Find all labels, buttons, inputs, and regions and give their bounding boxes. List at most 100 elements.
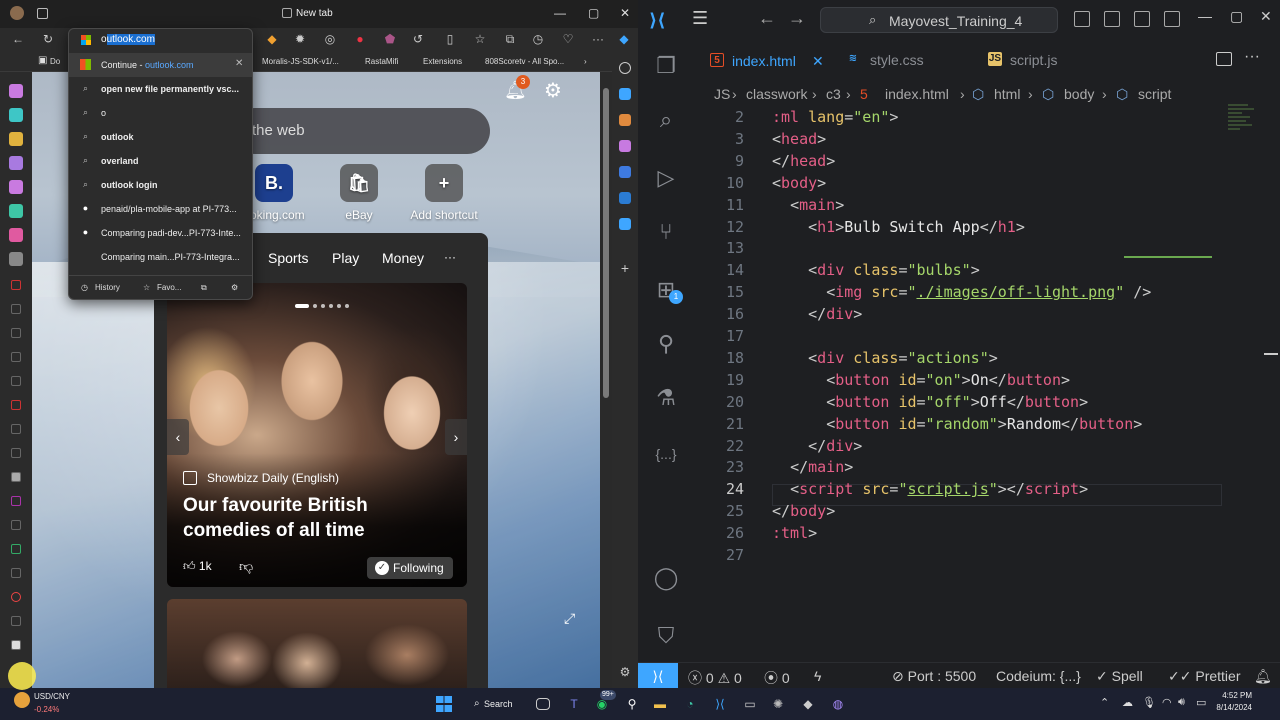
code-line[interactable]: <button id="on">On</button> [772, 371, 1070, 389]
suggestion-item[interactable]: ⌕ outlook [69, 125, 252, 149]
tab-icon[interactable] [11, 544, 21, 554]
widgets-icon[interactable] [14, 692, 30, 708]
notifications-bell-icon[interactable]: 🔔︎ [1254, 668, 1272, 685]
suggestion-item[interactable]: ⌕ o [69, 101, 252, 125]
tray-overflow-icon[interactable]: ⌃ [1100, 696, 1109, 709]
toggle-panel-icon[interactable] [1104, 11, 1120, 27]
tab-icon[interactable] [11, 376, 21, 386]
tab-icon[interactable] [11, 304, 21, 314]
extension-shield-icon[interactable]: ⬟ [382, 32, 398, 46]
stock-name[interactable]: USD/CNY [34, 692, 70, 701]
volume-icon[interactable]: 🔊︎ [1178, 696, 1185, 709]
ports-indicator[interactable]: ⦿ 0 [764, 668, 790, 688]
close-icon[interactable]: ✕ [235, 58, 243, 69]
scrollbar-thumb[interactable] [603, 88, 609, 398]
command-center[interactable]: ⌕ Mayovest_Training_4 [820, 7, 1058, 33]
tab-icon[interactable] [9, 108, 23, 122]
refresh-icon[interactable]: ↻ [40, 32, 56, 46]
json-icon[interactable]: {...} [652, 440, 680, 468]
code-line[interactable]: <script src="script.js"></script> [772, 480, 1088, 498]
chatgpt-icon[interactable]: ✺ [768, 694, 788, 714]
tab-icon[interactable] [11, 568, 21, 578]
publisher-name[interactable]: Showbizz Daily (English) [207, 471, 339, 485]
breadcrumb-item[interactable]: html [994, 86, 1020, 102]
outlook-icon[interactable] [619, 192, 631, 204]
carousel-prev-icon[interactable]: ‹ [167, 419, 189, 455]
extension-target-icon[interactable]: ◎ [322, 32, 338, 46]
close-tab-icon[interactable]: ✕ [812, 53, 824, 70]
teams-icon[interactable]: T [564, 694, 584, 714]
code-line[interactable]: </div> [772, 305, 862, 323]
following-button[interactable]: ✓ Following [367, 557, 453, 579]
code-line[interactable]: <main> [772, 196, 844, 214]
codeium-status[interactable]: Codeium: {...} [996, 668, 1081, 684]
code-line[interactable]: <head> [772, 130, 826, 148]
extension-fox-icon[interactable]: ◆ [264, 32, 280, 46]
feed-more-icon[interactable]: ··· [444, 250, 456, 264]
sidebar-app-icon[interactable] [619, 166, 631, 178]
web-search-box[interactable]: the web [232, 108, 490, 154]
split-screen-icon[interactable]: ▯ [442, 32, 458, 46]
suggestion-item[interactable]: ● Comparing padi-dev...PI-773-Inte... [69, 221, 252, 245]
tab-script-js[interactable]: JS script.js [984, 40, 1104, 80]
code-line[interactable]: <div class="actions"> [772, 349, 998, 367]
back-icon[interactable]: ← [758, 8, 776, 29]
profile-avatar[interactable] [10, 6, 24, 20]
carousel-next-icon[interactable]: › [445, 419, 467, 455]
code-line[interactable]: </div> [772, 437, 862, 455]
code-line[interactable]: <h1>Bulb Switch App</h1> [772, 218, 1025, 236]
breadcrumb-item[interactable]: body [1064, 86, 1094, 102]
tab-icon[interactable] [11, 496, 21, 506]
forward-icon[interactable]: → [788, 8, 806, 29]
favorite-item[interactable]: Moralis-JS-SDK-v1/... [262, 57, 339, 66]
feed-tab-sports[interactable]: Sports [268, 250, 308, 266]
like-button[interactable]: 👍︎ 1k [183, 559, 212, 574]
tab-icon[interactable] [11, 328, 21, 338]
history-icon[interactable]: ◷ [530, 32, 546, 46]
suggestion-item[interactable]: ⌕ outlook login [69, 173, 252, 197]
code-line[interactable]: :tml> [772, 524, 817, 542]
back-icon[interactable]: ← [10, 32, 26, 46]
tab-icon[interactable] [9, 228, 23, 242]
minimize-icon[interactable]: — [554, 6, 566, 20]
tab-icon[interactable] [11, 352, 21, 362]
search-icon[interactable] [619, 62, 631, 74]
breadcrumb-item[interactable]: c3 [826, 86, 841, 102]
tab-icon[interactable] [9, 132, 23, 146]
explorer-icon[interactable]: ❐ [652, 52, 680, 80]
tab-index-html[interactable]: 5 index.html ✕ [706, 40, 834, 80]
tab-icon[interactable] [9, 156, 23, 170]
sidebar-app-icon[interactable] [619, 140, 631, 152]
minimize-icon[interactable]: — [1198, 8, 1212, 24]
vscode-taskbar-icon[interactable]: ⟩⟨ [710, 694, 730, 714]
sidebar-toggle-icon[interactable]: ▣ [38, 55, 47, 66]
search-icon[interactable]: ⌕ [652, 106, 680, 134]
code-line[interactable]: <img src="./images/off-light.png" /> [772, 283, 1151, 301]
collections-icon[interactable]: ⧉ [502, 32, 518, 47]
clock-time[interactable]: 4:52 PM [1212, 691, 1252, 700]
minimap[interactable] [1228, 104, 1258, 144]
collections-icon[interactable]: ⧉ [201, 283, 207, 293]
code-line[interactable]: :ml lang="en"> [772, 108, 898, 126]
task-view-icon[interactable] [536, 698, 550, 710]
toggle-secondary-sidebar-icon[interactable] [1134, 11, 1150, 27]
workspaces-icon[interactable] [37, 8, 48, 19]
history-button[interactable]: History [95, 283, 120, 292]
git-icon[interactable]: ◆ [798, 694, 818, 714]
github-desktop-icon[interactable]: ◍ [828, 694, 848, 714]
maps-icon[interactable]: ⚲ [622, 694, 642, 714]
edge-icon[interactable]: ◔ [680, 694, 700, 714]
extension-refresh-icon[interactable]: ↺ [410, 32, 426, 46]
news-card[interactable]: ‹ › Showbizz Daily (English) Our favouri… [167, 283, 467, 587]
code-line[interactable]: <button id="off">Off</button> [772, 393, 1088, 411]
favorite-item[interactable]: Extensions [423, 57, 462, 66]
copilot-icon[interactable]: ◆ [616, 32, 632, 46]
favorites-button[interactable]: Favo... [157, 283, 181, 292]
remote-indicator-icon[interactable]: ⟩⟨ [638, 663, 678, 688]
file-explorer-icon[interactable]: ▬ [650, 694, 670, 714]
add-icon[interactable]: + [619, 261, 631, 275]
suggestion-continue-outlook[interactable]: Continue - outlook.com ✕ [69, 53, 252, 77]
settings-gear-icon[interactable]: ⚙ [231, 283, 238, 292]
code-line[interactable]: </main> [772, 458, 853, 476]
python-icon[interactable]: ⚲ [652, 330, 680, 358]
